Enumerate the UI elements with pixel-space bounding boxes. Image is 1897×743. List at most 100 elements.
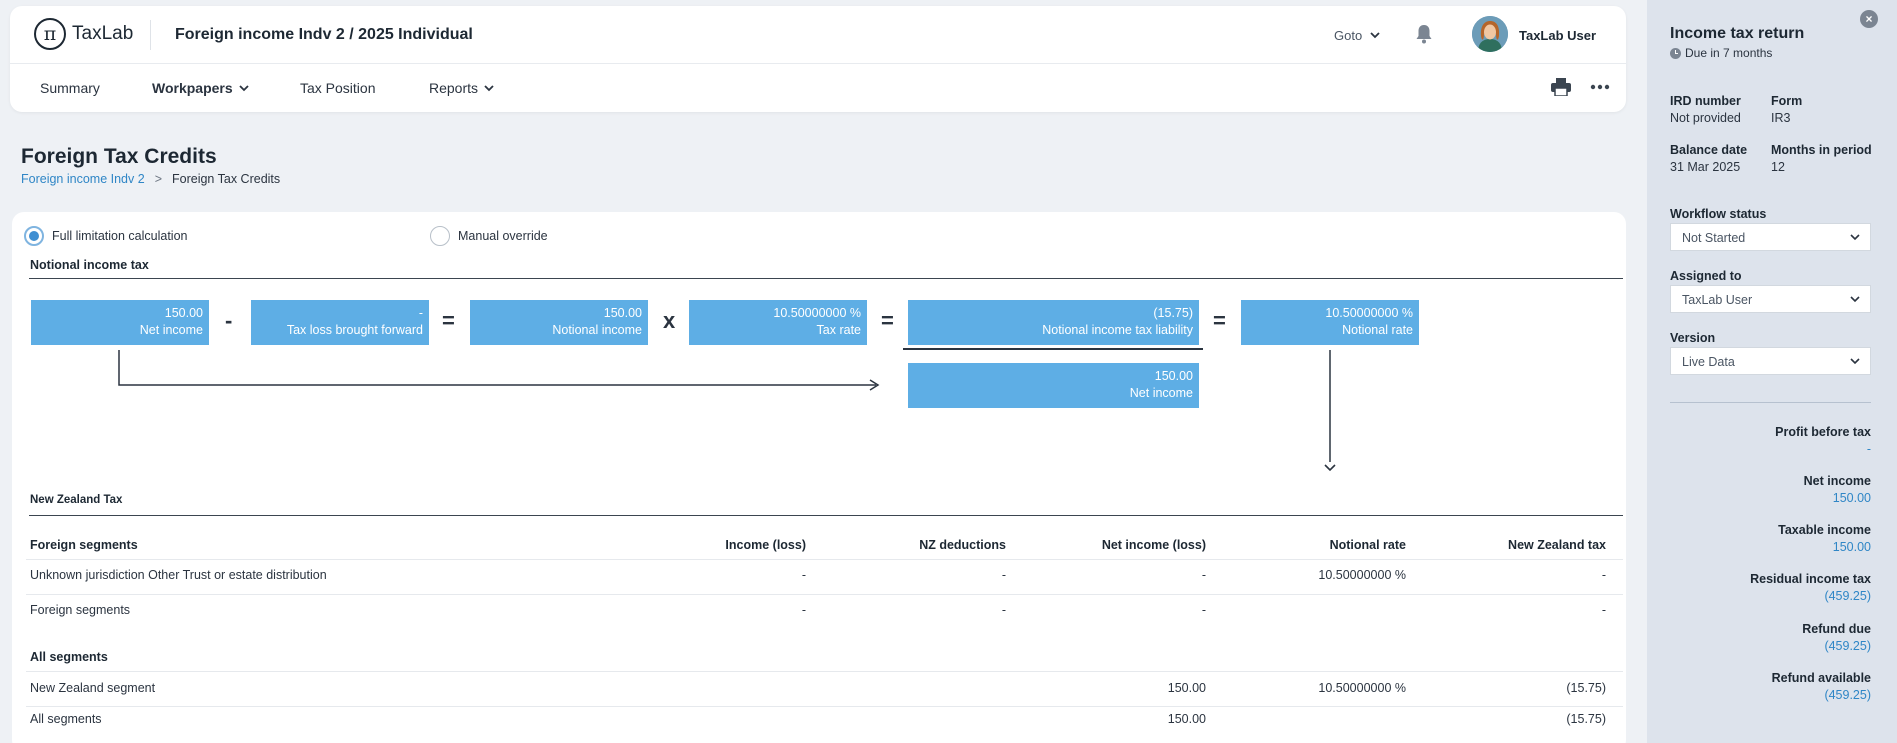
breadcrumb: Foreign income Indv 2 > Foreign Tax Cred… [21, 172, 280, 186]
months-label: Months in period [1771, 143, 1872, 157]
table-cell: (15.75) [1566, 681, 1606, 695]
all-segments-heading: All segments [30, 650, 108, 664]
header-card: π TaxLab Foreign income Indv 2 / 2025 In… [10, 6, 1626, 112]
profit-before-tax-label: Profit before tax [1775, 425, 1871, 439]
table-cell: - [801, 603, 806, 617]
col-notional-rate: Notional rate [1329, 538, 1406, 552]
chevron-down-icon [484, 84, 494, 91]
col-net-income-loss: Net income (loss) [1101, 538, 1206, 552]
col-nz-deductions: NZ deductions [919, 538, 1006, 552]
nz-tax-heading: New Zealand Tax [30, 494, 123, 506]
nav-tax-position[interactable]: Tax Position [300, 80, 375, 96]
row-divider [26, 671, 1623, 672]
col-new-zealand-tax: New Zealand tax [1508, 538, 1606, 552]
panel-title: Income tax return [1670, 25, 1805, 42]
net-income-value[interactable]: 150.00 [1833, 491, 1871, 505]
chevron-down-icon [1850, 234, 1860, 241]
print-icon[interactable] [1551, 78, 1571, 101]
nav-reports-label: Reports [429, 80, 479, 96]
breadcrumb-current: Foreign Tax Credits [172, 172, 281, 186]
notification-bell-icon[interactable] [1415, 24, 1433, 49]
months-value: 12 [1771, 160, 1785, 174]
chevron-down-icon [239, 84, 249, 91]
row-divider [26, 594, 1623, 595]
table-cell: - [1001, 568, 1006, 582]
table-cell: (15.75) [1566, 712, 1606, 726]
version-value: Live Data [1682, 355, 1735, 369]
version-label: Version [1670, 331, 1716, 345]
refund-available-value[interactable]: (459.25) [1824, 688, 1871, 702]
main-nav: Summary Workpapers Tax Position Reports [10, 64, 1626, 112]
chevron-down-icon [1370, 32, 1380, 39]
version-select[interactable]: Live Data [1670, 347, 1871, 375]
assigned-select[interactable]: TaxLab User [1670, 285, 1871, 313]
form-value: IR3 [1771, 111, 1791, 125]
refund-due-label: Refund due [1802, 622, 1871, 636]
nz-tax-rule [29, 515, 1623, 516]
chevron-down-icon [1850, 296, 1860, 303]
profit-before-tax-value[interactable]: - [1867, 442, 1871, 456]
flow-arrows [118, 350, 1336, 472]
more-options-icon[interactable] [1590, 78, 1610, 96]
table-cell-segment: Unknown jurisdiction Other Trust or esta… [30, 568, 327, 582]
taxlab-logo[interactable]: π TaxLab [34, 18, 133, 50]
table-cell: - [1001, 603, 1006, 617]
due-text: Due in 7 months [1685, 46, 1773, 60]
col-income-loss: Income (loss) [725, 538, 806, 552]
nav-reports[interactable]: Reports [429, 80, 494, 96]
table-cell: - [1601, 568, 1606, 582]
row-divider [26, 559, 1623, 560]
ird-value: Not provided [1670, 111, 1741, 125]
table-cell: - [1601, 603, 1606, 617]
nav-summary[interactable]: Summary [40, 80, 100, 96]
workflow-label: Workflow status [1670, 207, 1767, 221]
table-cell-segment: Foreign segments [30, 603, 131, 617]
logo-text: TaxLab [72, 23, 134, 44]
workflow-value: Not Started [1682, 231, 1746, 245]
table-cell-segment: All segments [30, 712, 102, 726]
due-date: Due in 7 months [1670, 46, 1772, 60]
client-title: Foreign income Indv 2 / 2025 Individual [175, 26, 473, 43]
user-name[interactable]: TaxLab User [1519, 28, 1596, 43]
header-top-row: π TaxLab Foreign income Indv 2 / 2025 In… [10, 6, 1626, 64]
residual-income-tax-label: Residual income tax [1750, 572, 1871, 586]
breadcrumb-separator: > [154, 172, 162, 186]
page-title: Foreign Tax Credits [21, 145, 217, 168]
foreign-tax-credits-card: Full limitation calculation Manual overr… [12, 212, 1626, 743]
form-label: Form [1771, 94, 1803, 108]
table-cell: - [801, 568, 806, 582]
goto-label: Goto [1334, 28, 1363, 43]
table-cell-segment: New Zealand segment [30, 681, 156, 695]
nav-workpapers-label: Workpapers [152, 80, 233, 96]
user-avatar[interactable] [1472, 16, 1508, 52]
table-cell: - [1201, 568, 1206, 582]
residual-income-tax-value[interactable]: (459.25) [1824, 589, 1871, 603]
ird-label: IRD number [1670, 94, 1741, 108]
table-cell: 10.50000000 % [1318, 681, 1406, 695]
workflow-select[interactable]: Not Started [1670, 223, 1871, 251]
net-income-label: Net income [1803, 474, 1871, 488]
balance-date-label: Balance date [1670, 143, 1748, 157]
chevron-down-icon [1850, 358, 1860, 365]
row-divider [26, 706, 1623, 707]
balance-date-value: 31 Mar 2025 [1670, 160, 1741, 174]
refund-available-label: Refund available [1771, 671, 1871, 685]
goto-dropdown[interactable]: Goto [1334, 28, 1380, 43]
clock-icon [1670, 47, 1681, 59]
taxable-income-value[interactable]: 150.00 [1833, 540, 1871, 554]
breadcrumb-link[interactable]: Foreign income Indv 2 [21, 172, 145, 186]
table-cell: 150.00 [1167, 681, 1206, 695]
table-cell: 150.00 [1167, 712, 1206, 726]
table-cell: 10.50000000 % [1318, 568, 1406, 582]
panel-divider [1670, 402, 1871, 403]
table-cell: - [1201, 603, 1206, 617]
header-divider [150, 20, 151, 50]
taxable-income-label: Taxable income [1778, 523, 1871, 537]
col-foreign-segments: Foreign segments [30, 538, 138, 552]
assigned-value: TaxLab User [1682, 293, 1753, 307]
refund-due-value[interactable]: (459.25) [1824, 639, 1871, 653]
nav-workpapers[interactable]: Workpapers [152, 80, 249, 96]
close-icon[interactable]: × [1860, 10, 1878, 28]
assigned-label: Assigned to [1670, 269, 1742, 283]
logo-mark-icon: π [34, 18, 66, 50]
